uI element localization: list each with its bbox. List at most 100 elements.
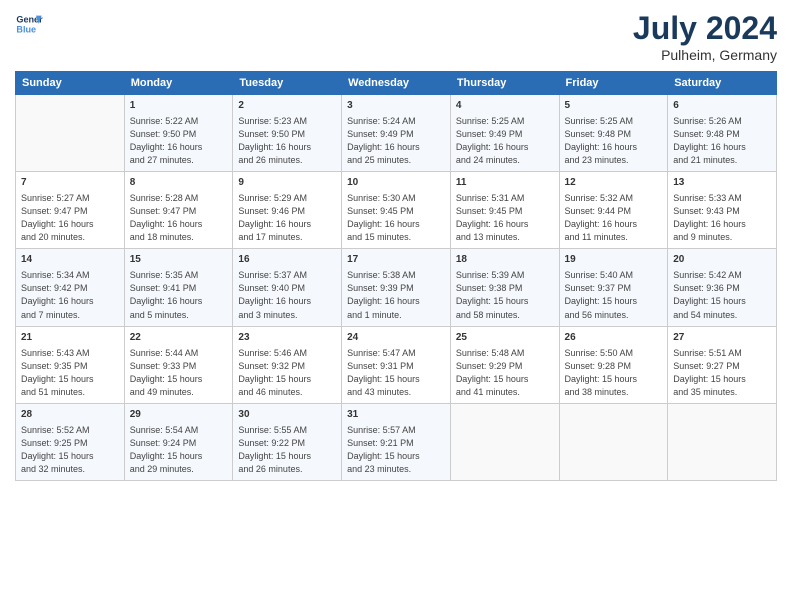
- day-number: 30: [238, 408, 336, 422]
- calendar-cell: 28 Sunrise: 5:52 AM Sunset: 9:25 PM Dayli…: [16, 403, 125, 480]
- day-number: 14: [21, 253, 119, 267]
- calendar-cell: 21 Sunrise: 5:43 AM Sunset: 9:35 PM Dayli…: [16, 326, 125, 403]
- day-number: 18: [456, 253, 554, 267]
- day-info: Sunrise: 5:46 AM Sunset: 9:32 PM Dayligh…: [238, 347, 336, 399]
- day-info: Sunrise: 5:52 AM Sunset: 9:25 PM Dayligh…: [21, 424, 119, 476]
- day-number: 26: [565, 331, 663, 345]
- day-info: Sunrise: 5:40 AM Sunset: 9:37 PM Dayligh…: [565, 269, 663, 321]
- calendar-cell: [450, 403, 559, 480]
- day-number: 29: [130, 408, 228, 422]
- day-info: Sunrise: 5:57 AM Sunset: 9:21 PM Dayligh…: [347, 424, 445, 476]
- day-info: Sunrise: 5:48 AM Sunset: 9:29 PM Dayligh…: [456, 347, 554, 399]
- day-number: 4: [456, 99, 554, 113]
- day-info: Sunrise: 5:38 AM Sunset: 9:39 PM Dayligh…: [347, 269, 445, 321]
- calendar-cell: 10 Sunrise: 5:30 AM Sunset: 9:45 PM Dayli…: [342, 172, 451, 249]
- calendar-cell: 11 Sunrise: 5:31 AM Sunset: 9:45 PM Dayli…: [450, 172, 559, 249]
- day-number: 5: [565, 99, 663, 113]
- week-row-3: 14 Sunrise: 5:34 AM Sunset: 9:42 PM Dayli…: [16, 249, 777, 326]
- day-info: Sunrise: 5:44 AM Sunset: 9:33 PM Dayligh…: [130, 347, 228, 399]
- day-number: 31: [347, 408, 445, 422]
- calendar-cell: 26Sunrise: 5:50 AM Sunset: 9:28 PM Dayli…: [559, 326, 668, 403]
- calendar-cell: 19 Sunrise: 5:40 AM Sunset: 9:37 PM Dayli…: [559, 249, 668, 326]
- day-info: Sunrise: 5:55 AM Sunset: 9:22 PM Dayligh…: [238, 424, 336, 476]
- calendar-cell: [559, 403, 668, 480]
- calendar-cell: 20 Sunrise: 5:42 AM Sunset: 9:36 PM Dayli…: [668, 249, 777, 326]
- week-row-5: 28 Sunrise: 5:52 AM Sunset: 9:25 PM Dayli…: [16, 403, 777, 480]
- day-info: Sunrise: 5:42 AM Sunset: 9:36 PM Dayligh…: [673, 269, 771, 321]
- header-row: SundayMondayTuesdayWednesdayThursdayFrid…: [16, 72, 777, 95]
- calendar-cell: 4 Sunrise: 5:25 AM Sunset: 9:49 PM Daylig…: [450, 95, 559, 172]
- col-header-tuesday: Tuesday: [233, 72, 342, 95]
- calendar-cell: 31 Sunrise: 5:57 AM Sunset: 9:21 PM Dayli…: [342, 403, 451, 480]
- title-area: July 2024 Pulheim, Germany: [633, 10, 777, 63]
- day-info: Sunrise: 5:30 AM Sunset: 9:45 PM Dayligh…: [347, 192, 445, 244]
- day-number: 3: [347, 99, 445, 113]
- day-info: Sunrise: 5:35 AM Sunset: 9:41 PM Dayligh…: [130, 269, 228, 321]
- calendar-cell: 13 Sunrise: 5:33 AM Sunset: 9:43 PM Dayli…: [668, 172, 777, 249]
- calendar-cell: 24 Sunrise: 5:47 AM Sunset: 9:31 PM Dayli…: [342, 326, 451, 403]
- calendar-cell: 25 Sunrise: 5:48 AM Sunset: 9:29 PM Dayli…: [450, 326, 559, 403]
- calendar-cell: 12 Sunrise: 5:32 AM Sunset: 9:44 PM Dayli…: [559, 172, 668, 249]
- calendar-cell: 29 Sunrise: 5:54 AM Sunset: 9:24 PM Dayli…: [124, 403, 233, 480]
- day-number: 12: [565, 176, 663, 190]
- col-header-wednesday: Wednesday: [342, 72, 451, 95]
- day-number: 1: [130, 99, 228, 113]
- calendar-cell: 27Sunrise: 5:51 AM Sunset: 9:27 PM Dayli…: [668, 326, 777, 403]
- svg-text:Blue: Blue: [16, 24, 36, 34]
- logo-icon: General Blue: [15, 10, 43, 38]
- calendar-cell: 23Sunrise: 5:46 AM Sunset: 9:32 PM Dayli…: [233, 326, 342, 403]
- day-number: 28: [21, 408, 119, 422]
- day-info: Sunrise: 5:24 AM Sunset: 9:49 PM Dayligh…: [347, 115, 445, 167]
- day-number: 25: [456, 331, 554, 345]
- day-info: Sunrise: 5:29 AM Sunset: 9:46 PM Dayligh…: [238, 192, 336, 244]
- day-info: Sunrise: 5:22 AM Sunset: 9:50 PM Dayligh…: [130, 115, 228, 167]
- day-info: Sunrise: 5:34 AM Sunset: 9:42 PM Dayligh…: [21, 269, 119, 321]
- day-number: 2: [238, 99, 336, 113]
- day-info: Sunrise: 5:25 AM Sunset: 9:49 PM Dayligh…: [456, 115, 554, 167]
- calendar-cell: [16, 95, 125, 172]
- calendar-cell: 6 Sunrise: 5:26 AM Sunset: 9:48 PM Daylig…: [668, 95, 777, 172]
- day-number: 6: [673, 99, 771, 113]
- day-number: 17: [347, 253, 445, 267]
- day-info: Sunrise: 5:33 AM Sunset: 9:43 PM Dayligh…: [673, 192, 771, 244]
- day-number: 21: [21, 331, 119, 345]
- week-row-2: 7Sunrise: 5:27 AM Sunset: 9:47 PM Daylig…: [16, 172, 777, 249]
- day-number: 24: [347, 331, 445, 345]
- calendar-cell: 16Sunrise: 5:37 AM Sunset: 9:40 PM Dayli…: [233, 249, 342, 326]
- day-number: 19: [565, 253, 663, 267]
- col-header-thursday: Thursday: [450, 72, 559, 95]
- day-info: Sunrise: 5:32 AM Sunset: 9:44 PM Dayligh…: [565, 192, 663, 244]
- day-info: Sunrise: 5:39 AM Sunset: 9:38 PM Dayligh…: [456, 269, 554, 321]
- day-info: Sunrise: 5:43 AM Sunset: 9:35 PM Dayligh…: [21, 347, 119, 399]
- day-number: 8: [130, 176, 228, 190]
- col-header-monday: Monday: [124, 72, 233, 95]
- header: General Blue July 2024 Pulheim, Germany: [15, 10, 777, 63]
- day-info: Sunrise: 5:23 AM Sunset: 9:50 PM Dayligh…: [238, 115, 336, 167]
- day-number: 16: [238, 253, 336, 267]
- day-info: Sunrise: 5:26 AM Sunset: 9:48 PM Dayligh…: [673, 115, 771, 167]
- day-info: Sunrise: 5:47 AM Sunset: 9:31 PM Dayligh…: [347, 347, 445, 399]
- calendar-cell: 22Sunrise: 5:44 AM Sunset: 9:33 PM Dayli…: [124, 326, 233, 403]
- day-info: Sunrise: 5:27 AM Sunset: 9:47 PM Dayligh…: [21, 192, 119, 244]
- calendar-cell: 1 Sunrise: 5:22 AM Sunset: 9:50 PM Daylig…: [124, 95, 233, 172]
- calendar-cell: 8 Sunrise: 5:28 AM Sunset: 9:47 PM Daylig…: [124, 172, 233, 249]
- page-title: July 2024: [633, 10, 777, 47]
- calendar-cell: 5Sunrise: 5:25 AM Sunset: 9:48 PM Daylig…: [559, 95, 668, 172]
- col-header-friday: Friday: [559, 72, 668, 95]
- col-header-sunday: Sunday: [16, 72, 125, 95]
- day-info: Sunrise: 5:31 AM Sunset: 9:45 PM Dayligh…: [456, 192, 554, 244]
- day-info: Sunrise: 5:28 AM Sunset: 9:47 PM Dayligh…: [130, 192, 228, 244]
- week-row-4: 21 Sunrise: 5:43 AM Sunset: 9:35 PM Dayli…: [16, 326, 777, 403]
- calendar-cell: 3 Sunrise: 5:24 AM Sunset: 9:49 PM Daylig…: [342, 95, 451, 172]
- calendar-cell: 2 Sunrise: 5:23 AM Sunset: 9:50 PM Daylig…: [233, 95, 342, 172]
- calendar-cell: 18 Sunrise: 5:39 AM Sunset: 9:38 PM Dayli…: [450, 249, 559, 326]
- day-info: Sunrise: 5:54 AM Sunset: 9:24 PM Dayligh…: [130, 424, 228, 476]
- day-number: 15: [130, 253, 228, 267]
- day-number: 20: [673, 253, 771, 267]
- calendar-cell: 14 Sunrise: 5:34 AM Sunset: 9:42 PM Dayli…: [16, 249, 125, 326]
- day-number: 11: [456, 176, 554, 190]
- calendar-cell: 9Sunrise: 5:29 AM Sunset: 9:46 PM Daylig…: [233, 172, 342, 249]
- day-number: 13: [673, 176, 771, 190]
- day-number: 10: [347, 176, 445, 190]
- calendar-cell: 15 Sunrise: 5:35 AM Sunset: 9:41 PM Dayli…: [124, 249, 233, 326]
